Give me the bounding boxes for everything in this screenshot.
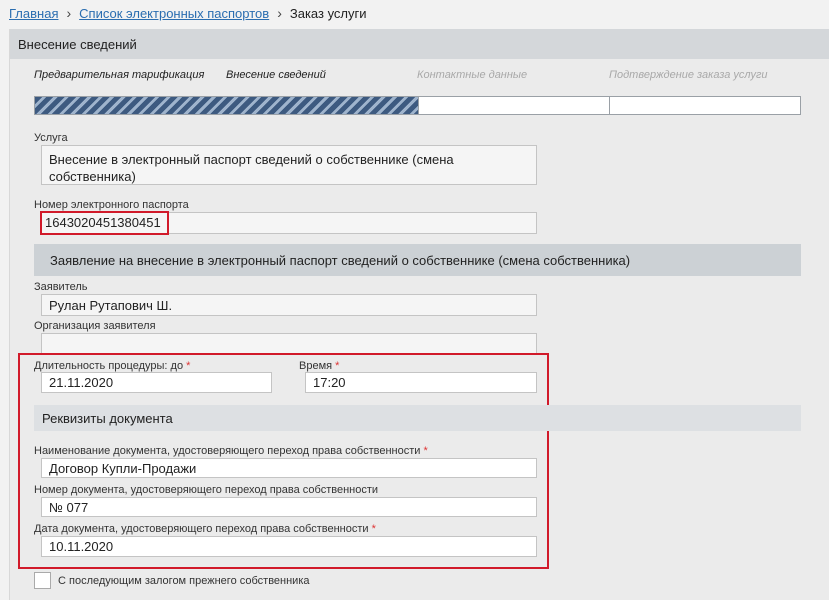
step-confirmation: Подтверждение заказа услуги [609,69,768,81]
breadcrumb-home-link[interactable]: Главная [9,6,58,21]
pledge-checkbox-label: С последующим залогом прежнего собственн… [58,575,310,587]
doc-name-label: Наименование документа, удостоверяющего … [34,445,428,457]
time-input[interactable]: 17:20 [305,372,537,393]
passport-value: 164302045138045‌1 [45,215,161,230]
panel-title: Внесение сведений [18,37,137,52]
progress-divider [609,97,610,114]
organization-field [41,333,537,355]
doc-number-input[interactable]: № 077 [41,497,537,517]
service-label: Услуга [34,132,68,144]
chevron-right-icon: › [277,5,282,21]
applicant-field: Рулан Рутапович Ш. [41,294,537,316]
service-value-line1: Внесение в электронный паспорт сведений … [49,152,454,167]
duration-label: Длительность процедуры: до * [34,360,191,372]
time-label: Время * [299,360,340,372]
service-field: Внесение в электронный паспорт сведений … [41,145,537,185]
step-pre-tariff: Предварительная тарификация [34,69,205,81]
application-section-header: Заявление на внесение в электронный пасп… [34,244,801,276]
step-data-entry: Внесение сведений [226,69,326,81]
doc-number-label: Номер документа, удостоверяющего переход… [34,484,379,496]
applicant-label: Заявитель [34,281,88,293]
organization-label: Организация заявителя [34,320,156,332]
panel-header: Внесение сведений [10,29,829,59]
progress-bar [34,96,801,115]
progress-fill [35,97,418,114]
document-requisites-header: Реквизиты документа [34,405,801,431]
chevron-right-icon: › [66,5,72,21]
breadcrumb: Главная › Список электронных паспортов ›… [9,4,367,22]
doc-date-label: Дата документа, удостоверяющего переход … [34,523,376,535]
step-contacts: Контактные данные [417,69,528,81]
progress-divider [418,97,419,114]
doc-name-input[interactable]: Договор Купли-Продажи [41,458,537,478]
doc-date-input[interactable]: 10.11.2020 [41,536,537,557]
breadcrumb-passports-link[interactable]: Список электронных паспортов [79,6,269,21]
duration-date-input[interactable]: 21.11.2020 [41,372,272,393]
breadcrumb-current: Заказ услуги [289,5,367,21]
service-value-line2: собственника) [49,169,136,184]
pledge-checkbox[interactable] [34,572,51,589]
passport-label: Номер электронного паспорта [34,199,189,211]
